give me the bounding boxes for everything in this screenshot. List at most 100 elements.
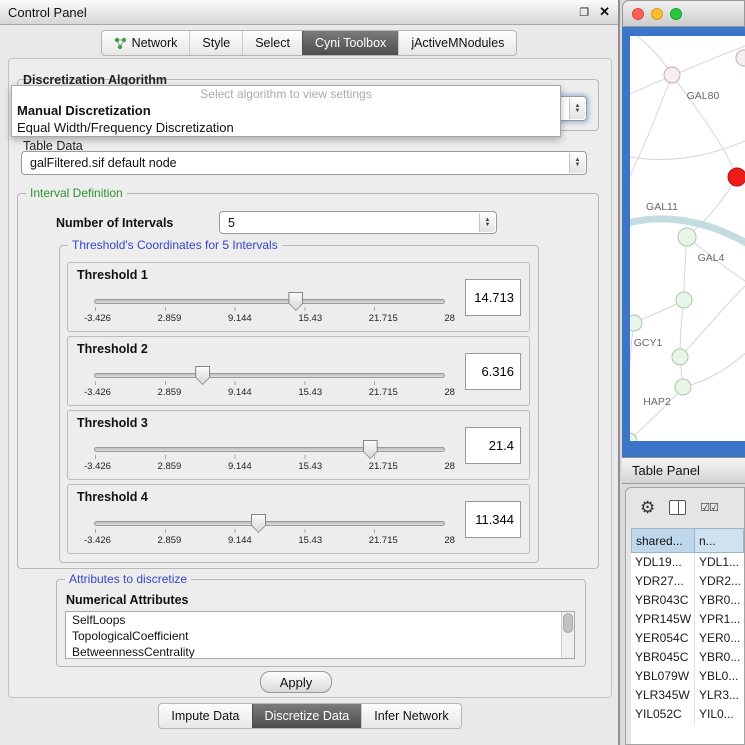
list-scrollbar[interactable]	[561, 612, 574, 658]
threshold-2-slider[interactable]	[94, 373, 445, 378]
table-panel: ⚙ ☑☑ shared... n... YDL19... YDL1... YDR…	[625, 487, 745, 745]
cell-name[interactable]: YPR1...	[695, 610, 744, 629]
cell-name[interactable]: YBL0...	[695, 667, 744, 686]
cell-shared-name[interactable]: YLR345W	[631, 686, 695, 705]
threshold-2-value-field[interactable]	[465, 353, 521, 390]
cell-shared-name[interactable]: YDR27...	[631, 572, 695, 591]
table-row[interactable]: YIL052C YIL0...	[631, 705, 744, 724]
cell-shared-name[interactable]: YBR045C	[631, 648, 695, 667]
tick-label: 9.144	[228, 461, 252, 472]
tick-label: 21.715	[369, 461, 398, 472]
network-node[interactable]	[676, 292, 692, 308]
float-window-icon[interactable]: ❐	[579, 6, 589, 19]
tick-label: 2.859	[158, 387, 182, 398]
table-panel-header[interactable]: Table Panel	[622, 457, 745, 484]
stepper-down-icon: ▼	[485, 223, 491, 228]
minimize-traffic-light[interactable]	[651, 8, 663, 20]
cell-shared-name[interactable]: YER054C	[631, 629, 695, 648]
node-table: shared... n... YDL19... YDL1... YDR27...…	[631, 528, 744, 744]
network-node[interactable]	[630, 315, 642, 331]
table-row[interactable]: YBR045C YBR0...	[631, 648, 744, 667]
tab-infer-network-label: Infer Network	[374, 709, 448, 723]
tab-jactivemodules-label: jActiveMNodules	[411, 36, 504, 50]
node-label: HAP2	[643, 396, 671, 408]
network-node[interactable]	[664, 67, 680, 83]
tick-label: 9.144	[228, 313, 252, 324]
cell-shared-name[interactable]: YIL052C	[631, 705, 695, 724]
tab-cyni-toolbox[interactable]: Cyni Toolbox	[302, 31, 398, 55]
select-columns-icon[interactable]: ☑☑	[700, 501, 718, 514]
network-window-titlebar	[622, 0, 745, 27]
gear-icon[interactable]: ⚙	[640, 499, 655, 516]
network-node-selected[interactable]	[728, 168, 745, 186]
cell-name[interactable]: YLR3...	[695, 686, 744, 705]
tab-select[interactable]: Select	[242, 31, 302, 55]
table-data-combobox[interactable]: galFiltered.sif default node ▲ ▼	[21, 151, 587, 175]
table-row[interactable]: YBR043C YBR0...	[631, 591, 744, 610]
list-item-selfloops[interactable]: SelfLoops	[66, 612, 574, 628]
threshold-2-group: Threshold 2 -3.426 2.859 9.144 15.43 21.…	[67, 336, 530, 406]
list-item-betweennesscentrality[interactable]: BetweennessCentrality	[66, 644, 574, 659]
numerical-attributes-label: Numerical Attributes	[66, 593, 188, 607]
combobox-stepper-icon: ▲ ▼	[569, 98, 585, 119]
dropdown-option-manual-discretization[interactable]: Manual Discretization	[12, 102, 560, 119]
number-of-intervals-combobox[interactable]: 5 ▲ ▼	[219, 211, 497, 234]
list-item-topologicalcoefficient[interactable]: TopologicalCoefficient	[66, 628, 574, 644]
slider-tick-labels: -3.426 2.859 9.144 15.43 21.715 28	[84, 535, 455, 546]
tick-label: 15.43	[298, 535, 322, 546]
cell-shared-name[interactable]: YDL19...	[631, 553, 695, 572]
network-node[interactable]	[672, 349, 688, 365]
network-node[interactable]	[675, 379, 691, 395]
threshold-4-value-field[interactable]	[465, 501, 521, 538]
tab-network[interactable]: Network	[102, 31, 190, 55]
slider-tick-marks	[95, 455, 444, 459]
cell-name[interactable]: YBR0...	[695, 591, 744, 610]
tab-impute-data[interactable]: Impute Data	[159, 704, 251, 728]
table-row[interactable]: YLR345W YLR3...	[631, 686, 744, 705]
threshold-3-value-field[interactable]	[465, 427, 521, 464]
cell-shared-name[interactable]: YBR043C	[631, 591, 695, 610]
close-icon[interactable]: ✕	[599, 4, 610, 20]
network-node[interactable]	[736, 50, 745, 66]
columns-icon[interactable]	[669, 500, 686, 515]
threshold-1-label: Threshold 1	[77, 268, 148, 282]
tab-style[interactable]: Style	[189, 31, 242, 55]
threshold-1-slider[interactable]	[94, 299, 445, 304]
cell-shared-name[interactable]: YPR145W	[631, 610, 695, 629]
control-panel: Control Panel ❐ ✕ Network	[0, 0, 620, 745]
table-data-value: galFiltered.sif default node	[30, 152, 562, 175]
node-label: GCY1	[634, 337, 663, 349]
scrollbar-thumb[interactable]	[563, 613, 573, 633]
threshold-1-value-field[interactable]	[465, 279, 521, 316]
cell-name[interactable]: YDL1...	[695, 553, 744, 572]
tab-jactivemodules[interactable]: jActiveMNodules	[398, 31, 516, 55]
zoom-traffic-light[interactable]	[670, 8, 682, 20]
table-row[interactable]: YBL079W YBL0...	[631, 667, 744, 686]
tab-discretize-data[interactable]: Discretize Data	[252, 704, 362, 728]
column-header-name[interactable]: n...	[695, 528, 744, 553]
apply-button[interactable]: Apply	[260, 671, 332, 693]
cell-name[interactable]: YIL0...	[695, 705, 744, 724]
dropdown-option-equal-width-frequency[interactable]: Equal Width/Frequency Discretization	[12, 119, 560, 136]
table-row[interactable]: YPR145W YPR1...	[631, 610, 744, 629]
tick-label: 21.715	[369, 535, 398, 546]
threshold-4-slider[interactable]	[94, 521, 445, 526]
table-row[interactable]: YER054C YER0...	[631, 629, 744, 648]
cell-name[interactable]: YER0...	[695, 629, 744, 648]
tab-infer-network[interactable]: Infer Network	[361, 704, 460, 728]
slider-tick-labels: -3.426 2.859 9.144 15.43 21.715 28	[84, 461, 455, 472]
network-canvas[interactable]: GAL80 GAL11 GAL4 GCY1 HAP2	[630, 36, 745, 441]
close-traffic-light[interactable]	[632, 8, 644, 20]
table-row[interactable]: YDL19... YDL1...	[631, 553, 744, 572]
table-row[interactable]: YDR27... YDR2...	[631, 572, 744, 591]
network-node[interactable]	[678, 228, 696, 246]
cell-shared-name[interactable]: YBL079W	[631, 667, 695, 686]
threshold-3-slider[interactable]	[94, 447, 445, 452]
cell-name[interactable]: YBR0...	[695, 648, 744, 667]
threshold-4-group: Threshold 4 -3.426 2.859 9.144 15.43 21.…	[67, 484, 530, 554]
tick-label: 15.43	[298, 461, 322, 472]
cell-name[interactable]: YDR2...	[695, 572, 744, 591]
column-header-shared-name[interactable]: shared...	[631, 528, 695, 553]
stepper-down-icon: ▼	[575, 109, 581, 114]
threshold-3-group: Threshold 3 -3.426 2.859 9.144 15.43 21.…	[67, 410, 530, 480]
